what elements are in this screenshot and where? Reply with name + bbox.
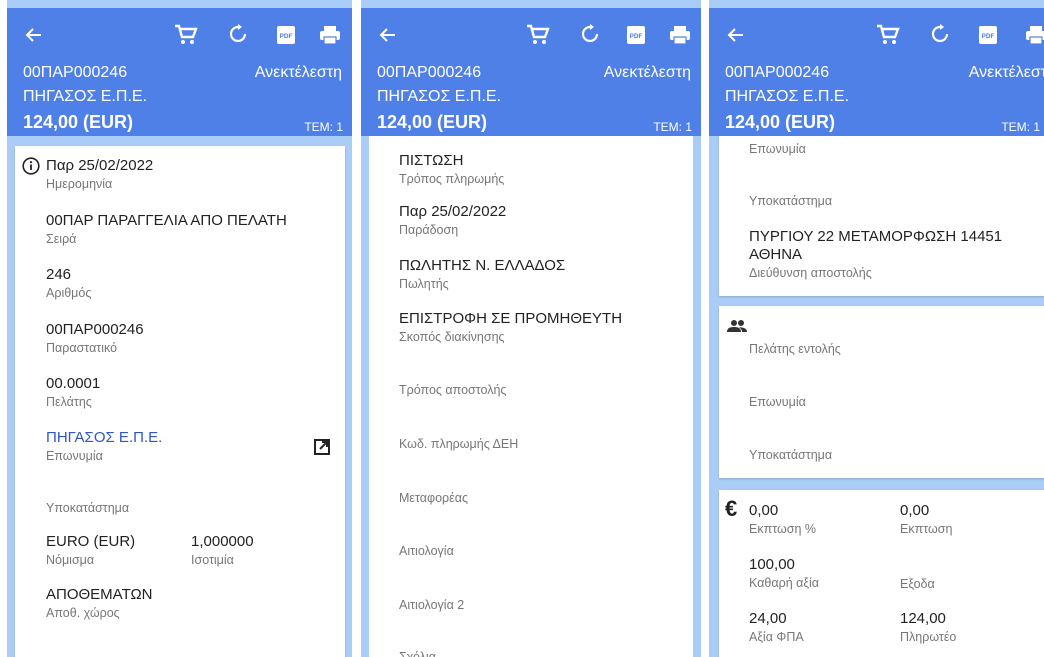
pdf-icon[interactable]: PDF	[273, 22, 299, 48]
svg-text:PDF: PDF	[280, 33, 293, 40]
euro-icon: €	[725, 496, 738, 521]
screen-header-info: PDF 00ΠΑΡ000246 Ανεκτέλεστη ΠΗΓΑΣΟΣ Ε.Π.…	[7, 0, 352, 657]
company-name: ΠΗΓΑΣΟΣ Ε.Π.Ε.	[23, 88, 148, 105]
payment-info-card: ΠΙΣΤΩΣΗ Τρόπος πληρωμής Παρ 25/02/2022 Π…	[369, 136, 693, 657]
pdf-icon[interactable]: PDF	[975, 22, 1001, 48]
svg-text:PDF: PDF	[630, 33, 643, 40]
document-field: 00ΠΑΡ000246 Παραστατικό	[46, 321, 144, 355]
status-text: Ανεκτέλεστη	[254, 64, 342, 81]
cart-icon[interactable]	[173, 22, 199, 48]
print-icon[interactable]	[667, 22, 693, 48]
name-field-top: Επωνυμία	[749, 142, 806, 156]
shipping-method-field: Τρόπος αποστολής	[399, 383, 507, 397]
back-arrow-icon[interactable]	[21, 22, 47, 48]
cart-icon[interactable]	[525, 22, 551, 48]
payable-field: 124,00 Πληρωτέο	[900, 610, 957, 644]
exchange-rate-field: 1,000000 Ισοτιμία	[191, 533, 254, 567]
refresh-icon[interactable]	[225, 22, 251, 48]
total-amount: 124,00 (EUR)	[377, 112, 488, 132]
delivery-field: Παρ 25/02/2022 Παράδοση	[399, 203, 507, 237]
vat-field: 24,00 Αξία ΦΠΑ	[749, 610, 804, 644]
comments-field: Σχόλια	[399, 650, 436, 657]
shipping-address-card: Επωνυμία Υποκατάστημα ΠΥΡΓΙΟΥ 22 ΜΕΤΑΜΟΡ…	[719, 120, 1044, 296]
items-count: ΤΕΜ: 1	[1001, 120, 1040, 134]
number-field: 246 Αριθμός	[46, 266, 92, 300]
document-info-card: Παρ 25/02/2022 Ημερομηνία 00ΠΑΡ ΠΑΡΑΓΓΕΛ…	[15, 146, 345, 657]
warehouse-field: ΑΠΟΘΕΜΑΤΩΝ Αποθ. χώρος	[46, 586, 153, 620]
items-count: ΤΕΜ: 1	[653, 120, 692, 134]
open-external-icon[interactable]	[313, 438, 331, 461]
currency-field: EURO (EUR) Νόμισμα	[46, 533, 136, 567]
back-arrow-icon[interactable]	[723, 22, 749, 48]
screen-payment-info: PDF 00ΠΑΡ000246 Ανεκτέλεστη ΠΗΓΑΣΟΣ Ε.Π.…	[361, 0, 701, 657]
info-icon	[22, 157, 40, 180]
company-name: ΠΗΓΑΣΟΣ Ε.Π.Ε.	[725, 88, 850, 105]
refresh-icon[interactable]	[927, 22, 953, 48]
back-arrow-icon[interactable]	[375, 22, 401, 48]
branch-field: Υποκατάστημα	[749, 194, 833, 208]
order-branch-field: Υποκατάστημα	[749, 448, 833, 462]
reason-field: Αιτιολογία	[399, 544, 454, 558]
company-name: ΠΗΓΑΣΟΣ Ε.Π.Ε.	[377, 88, 502, 105]
order-customer-field: Πελάτης εντολής	[749, 342, 841, 356]
series-field: 00ΠΑΡ ΠΑΡΑΓΓΕΛΙΑ ΑΠΟ ΠΕΛΑΤΗ Σειρά	[46, 212, 287, 246]
shipping-address-field: ΠΥΡΓΙΟΥ 22 ΜΕΤΑΜΟΡΦΩΣΗ 14451 ΑΘΗΝΑ Διεύθ…	[749, 228, 1003, 280]
app-header: PDF 00ΠΑΡ000246 Ανεκτέλεστη ΠΗΓΑΣΟΣ Ε.Π.…	[709, 8, 1044, 136]
pdf-icon[interactable]: PDF	[623, 22, 649, 48]
total-amount: 124,00 (EUR)	[725, 112, 836, 132]
screen-address-totals: Επωνυμία Υποκατάστημα ΠΥΡΓΙΟΥ 22 ΜΕΤΑΜΟΡ…	[709, 0, 1044, 657]
svg-text:PDF: PDF	[982, 33, 995, 40]
total-amount: 124,00 (EUR)	[23, 112, 134, 132]
reason-2-field: Αιτιολογία 2	[399, 598, 465, 612]
branch-field: Υποκατάστημα	[46, 501, 130, 515]
carrier-field: Μεταφορέας	[399, 491, 468, 505]
refresh-icon[interactable]	[577, 22, 603, 48]
date-field: Παρ 25/02/2022 Ημερομηνία	[46, 157, 154, 191]
expenses-field: Εξοδα	[900, 577, 935, 591]
print-icon[interactable]	[317, 22, 343, 48]
payment-method-field: ΠΙΣΤΩΣΗ Τρόπος πληρωμής	[399, 152, 505, 186]
document-code: 00ΠΑΡ000246	[377, 64, 482, 81]
app-header: PDF 00ΠΑΡ000246 Ανεκτέλεστη ΠΗΓΑΣΟΣ Ε.Π.…	[361, 8, 701, 136]
movement-purpose-field: ΕΠΙΣΤΡΟΦΗ ΣΕ ΠΡΟΜΗΘΕΥΤΗ Σκοπός διακίνηση…	[399, 310, 623, 344]
order-name-field: Επωνυμία	[749, 395, 806, 409]
cart-icon[interactable]	[875, 22, 901, 48]
document-code: 00ΠΑΡ000246	[725, 64, 830, 81]
discount-field: 0,00 Εκπτωση	[900, 502, 953, 536]
customer-field: 00.0001 Πελάτης	[46, 375, 101, 409]
discount-percent-field: 0,00 Εκπτωση %	[749, 502, 816, 536]
order-customer-card: Πελάτης εντολής Επωνυμία Υποκατάστημα	[719, 306, 1044, 478]
items-count: ΤΕΜ: 1	[304, 120, 343, 134]
print-icon[interactable]	[1023, 22, 1044, 48]
seller-field: ΠΩΛΗΤΗΣ Ν. ΕΛΛΑΔΟΣ Πωλητής	[399, 257, 566, 291]
app-header: PDF 00ΠΑΡ000246 Ανεκτέλεστη ΠΗΓΑΣΟΣ Ε.Π.…	[7, 8, 352, 136]
status-text: Ανεκτέλεστη	[968, 64, 1044, 81]
customer-name-field: ΠΗΓΑΣΟΣ Ε.Π.Ε. Επωνυμία	[46, 429, 163, 463]
document-code: 00ΠΑΡ000246	[23, 64, 128, 81]
status-text: Ανεκτέλεστη	[603, 64, 691, 81]
totals-card: € 0,00 Εκπτωση % 0,00 Εκπτωση 100,00 Καθ…	[719, 490, 1044, 657]
net-value-field: 100,00 Καθαρή αξία	[749, 556, 819, 590]
people-icon	[727, 319, 747, 338]
dei-payment-code-field: Κωδ. πληρωμής ΔΕΗ	[399, 437, 519, 451]
customer-name-link[interactable]: ΠΗΓΑΣΟΣ Ε.Π.Ε.	[46, 429, 162, 447]
